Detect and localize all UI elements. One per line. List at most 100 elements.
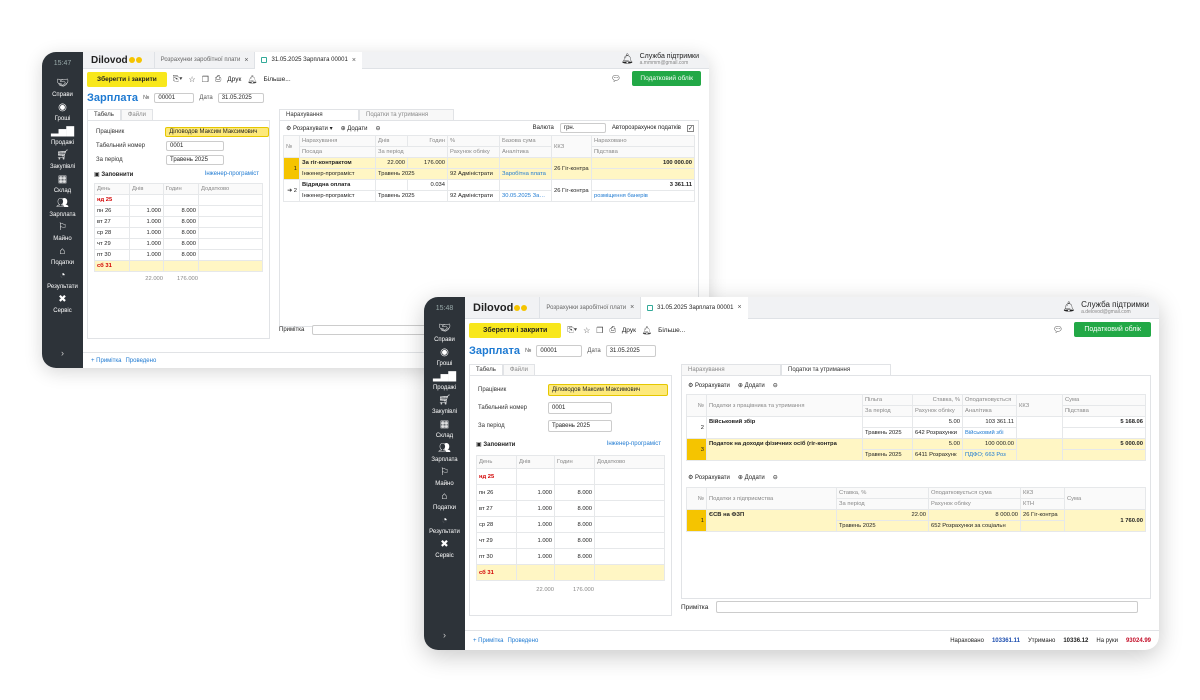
more-button[interactable]: Більше... xyxy=(263,76,290,83)
tab-accruals[interactable]: Нарахування xyxy=(279,109,359,120)
sidebar-item-1[interactable]: ◉ Гроші xyxy=(424,347,465,367)
print-icon[interactable]: ⎙ xyxy=(609,325,615,335)
fill-button[interactable]: ▣ Заповнити xyxy=(94,171,133,178)
tab-taxes[interactable]: Податки та утримання xyxy=(781,364,891,375)
copy-icon[interactable]: ❐ xyxy=(202,75,209,84)
table-row[interactable]: 3 Податок на доходи фізичних осіб (гіг-ко… xyxy=(686,438,1146,461)
days-cell[interactable]: 1.000 xyxy=(516,516,555,533)
sidebar-item-0[interactable]: 🤝︎ Справи xyxy=(42,78,83,98)
day-cell[interactable]: чт 29 xyxy=(476,532,517,549)
day-cell[interactable]: нд 25 xyxy=(94,194,130,206)
days-cell[interactable]: 1.000 xyxy=(516,500,555,517)
tab-files[interactable]: Файли xyxy=(502,364,535,375)
days-cell[interactable]: 1.000 xyxy=(129,216,164,228)
table-row[interactable]: 1 За гіг-контрактом 22.000 176.000 26 Гіг-ко… xyxy=(283,157,695,180)
table-row[interactable]: пт 30 1.000 8.000 xyxy=(94,249,263,261)
hours-cell[interactable]: 8.000 xyxy=(554,548,595,565)
autocalc-checkbox[interactable]: ✓ xyxy=(687,124,694,132)
calculate-button[interactable]: ⚙ Розрахувати ▾ xyxy=(286,125,333,132)
add-note-link[interactable]: + Примітка xyxy=(91,358,121,364)
tab-payroll-calculations[interactable]: Розрахунки заробітної плати × xyxy=(153,52,255,69)
sidebar-item-3[interactable]: 🛒︎ Закупівлі xyxy=(42,150,83,170)
number-input[interactable]: 00001 xyxy=(536,345,583,357)
tax-accounting-button[interactable]: Податковий облік xyxy=(1074,322,1151,337)
save-close-button[interactable]: Зберегти і закрити xyxy=(469,322,562,338)
sidebar-item-7[interactable]: ⌂ Податки xyxy=(42,246,83,266)
tax-name[interactable]: Податок на доходи фізичних осіб (гіг-кон… xyxy=(706,438,863,461)
employee-field[interactable]: Діловодов Максим Максимович xyxy=(165,127,269,137)
kkz-cell[interactable] xyxy=(1016,438,1063,461)
day-cell[interactable]: вт 27 xyxy=(476,500,517,517)
basis-cell[interactable] xyxy=(591,168,695,180)
extra-cell[interactable] xyxy=(198,194,263,206)
table-row[interactable]: 2 Військовий збір 5.00 103 361.11 5 168.06 xyxy=(686,416,1146,439)
tax-name[interactable]: ЄСВ на ФЗП xyxy=(706,509,837,532)
percent-cell[interactable] xyxy=(447,157,500,169)
hours-cell[interactable]: 8.000 xyxy=(554,484,595,501)
table-row[interactable]: нд 25 xyxy=(476,468,665,485)
accrual-name[interactable]: За гіг-контрактом xyxy=(299,157,376,169)
account-cell[interactable]: 652 Розрахунки за соціальн xyxy=(928,520,1021,532)
calculate-button[interactable]: ⚙ Розрахувати xyxy=(688,382,730,389)
table-row[interactable]: Інженер-програміст Травень 2025 92 Адмініс… xyxy=(284,168,695,180)
days-cell[interactable]: 1.000 xyxy=(516,484,555,501)
days-cell[interactable] xyxy=(516,564,555,581)
tax-name[interactable]: Військовий збір xyxy=(706,416,863,439)
extra-cell[interactable] xyxy=(594,500,665,517)
hours-cell[interactable] xyxy=(554,564,595,581)
hours-cell[interactable]: 0.034 xyxy=(407,179,448,191)
extra-cell[interactable] xyxy=(198,205,263,217)
extra-cell[interactable] xyxy=(198,260,263,272)
hours-cell[interactable]: 8.000 xyxy=(554,516,595,533)
tax-accounting-button[interactable]: Податковий облік xyxy=(632,71,701,86)
currency-select[interactable]: грн. xyxy=(559,123,606,133)
sidebar-item-8[interactable]: ◔ Результати xyxy=(42,270,83,290)
sum-cell[interactable]: 5 000.00 xyxy=(1062,438,1146,450)
rate-cell[interactable]: 22.00 xyxy=(836,509,929,521)
hours-cell[interactable]: 8.000 xyxy=(554,500,595,517)
posted-status[interactable]: Проведено xyxy=(125,358,156,364)
rate-cell[interactable]: 5.00 xyxy=(912,416,963,428)
extra-cell[interactable] xyxy=(198,227,263,239)
account-cell[interactable]: 92 Адміністрати xyxy=(447,168,500,180)
days-cell[interactable]: 1.000 xyxy=(129,238,164,250)
period-cell[interactable]: Травень 2025 xyxy=(862,449,913,461)
more-button[interactable]: Більше... xyxy=(658,327,685,334)
hours-cell[interactable]: 8.000 xyxy=(163,238,199,250)
day-cell[interactable]: пн 26 xyxy=(476,484,517,501)
date-input[interactable]: 31.05.2025 xyxy=(605,345,656,357)
sidebar-item-6[interactable]: ⚐ Майно xyxy=(424,467,465,487)
table-row[interactable]: чт 29 1.000 8.000 xyxy=(476,532,665,549)
account-cell[interactable]: 642 Розрахунки xyxy=(912,427,963,439)
kkz-cell[interactable]: 26 Гіг-контра xyxy=(551,157,592,180)
number-input[interactable]: 00001 xyxy=(154,92,195,103)
hours-cell[interactable]: 8.000 xyxy=(163,216,199,228)
employee-field[interactable]: Діловодов Максим Максимович xyxy=(548,384,668,396)
table-row[interactable]: сб 31 xyxy=(476,564,665,581)
sidebar-item-9[interactable]: ✖ Сервіс xyxy=(424,539,465,559)
extra-cell[interactable] xyxy=(594,548,665,565)
days-cell[interactable] xyxy=(375,179,408,191)
sidebar-item-2[interactable]: ▂▅▇ Продажі xyxy=(42,126,83,146)
print-icon[interactable]: ⎙ xyxy=(215,74,221,84)
kkz-cell[interactable]: 26 Гіг-контра xyxy=(551,179,592,202)
taxable-cell[interactable]: 100 000.00 xyxy=(962,438,1017,450)
table-row[interactable]: вт 27 1.000 8.000 xyxy=(476,500,665,517)
hours-cell[interactable] xyxy=(554,468,595,485)
tab-timesheet[interactable]: Табель xyxy=(469,364,503,375)
tab-files[interactable]: Файли xyxy=(120,109,153,120)
day-cell[interactable]: ср 28 xyxy=(476,516,517,533)
save-close-button[interactable]: Зберегти і закрити xyxy=(87,71,167,87)
account-cell[interactable]: 6411 Розрахунк xyxy=(912,449,963,461)
day-cell[interactable]: сб 31 xyxy=(476,564,517,581)
period-cell[interactable]: Травень 2025 xyxy=(375,190,448,202)
kkz-cell[interactable] xyxy=(1016,416,1063,439)
days-cell[interactable]: 22.000 xyxy=(375,157,408,169)
close-icon[interactable]: × xyxy=(352,57,356,64)
tabnum-input[interactable]: 0001 xyxy=(548,402,612,414)
days-cell[interactable] xyxy=(516,468,555,485)
support-title[interactable]: Служба підтримки xyxy=(640,53,699,60)
hours-cell[interactable]: 8.000 xyxy=(163,249,199,261)
table-row[interactable]: пн 26 1.000 8.000 xyxy=(476,484,665,501)
day-cell[interactable]: пн 26 xyxy=(94,205,130,217)
